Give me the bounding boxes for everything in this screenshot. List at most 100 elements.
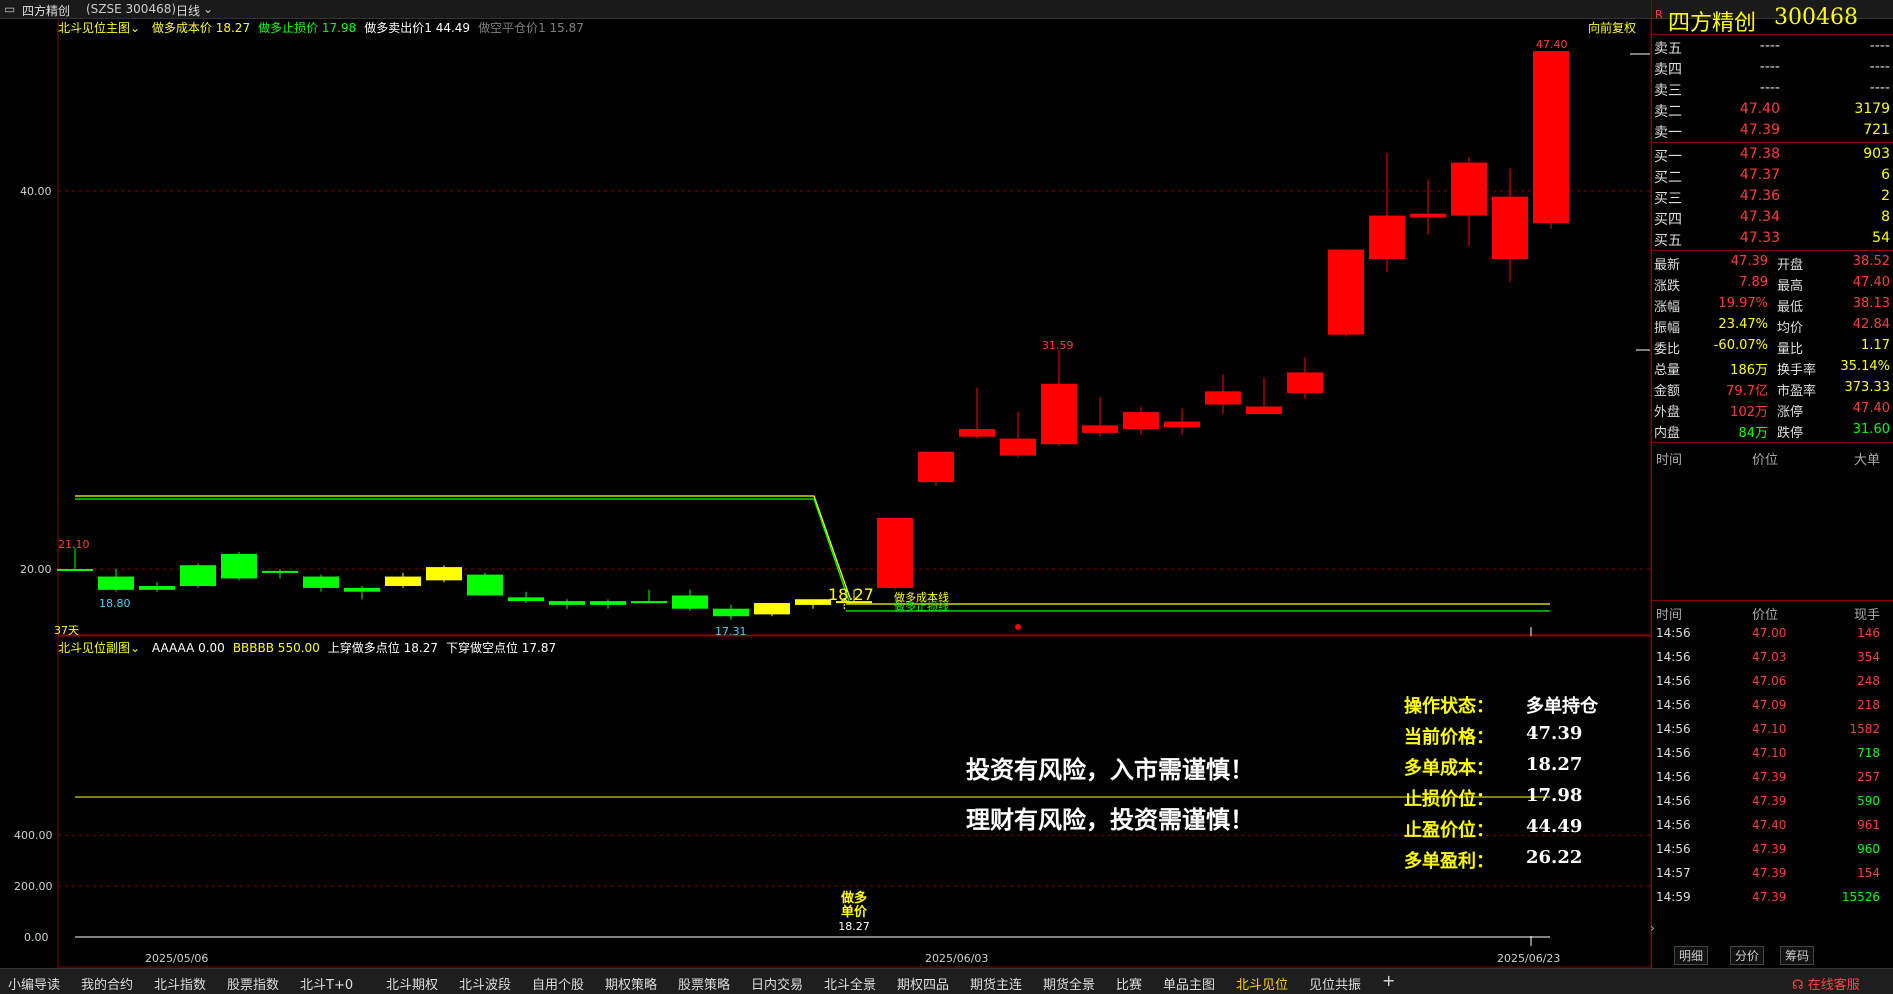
trade-volume: 218 [1857,698,1880,712]
candle-body [1533,51,1569,224]
trade-volume: 257 [1857,770,1880,784]
stat-label: 最低 [1777,300,1804,315]
bottom-tab[interactable]: 北斗期权 [386,974,438,993]
bottom-tab[interactable]: 北斗T+0 [300,974,353,993]
bottom-tab[interactable]: 北斗波段 [459,974,511,993]
bottom-tab[interactable]: 单品主图 [1163,974,1215,993]
bottom-tab[interactable]: 股票策略 [678,974,730,993]
main-indicator-item: 做多止损价 17.98 [258,21,357,35]
bottom-tab[interactable]: 见位共振 [1309,974,1361,993]
main-indicator-item: 做空平仓价1 15.87 [478,21,584,35]
trade-row: 14:56 47.09 218 [1652,696,1893,720]
bid-row[interactable]: 买五 47.33 54 [1652,228,1893,249]
period-selector[interactable]: 日线 [176,2,200,19]
summary-label: 操作状态： [1404,696,1494,717]
stat-value: 23.47% [1718,317,1768,332]
stat-value: 84万 [1738,426,1768,441]
bid-row[interactable]: 买四 47.34 8 [1652,207,1893,228]
ask-row[interactable]: 卖二 47.40 3179 [1652,99,1893,120]
bottom-tab[interactable]: 期权策略 [605,974,657,993]
stat-row: 涨跌 7.89 最高 47.40 [1652,273,1893,294]
book-label: 卖二 [1654,104,1682,120]
bottom-tab[interactable]: 北斗全景 [824,974,876,993]
ask-row[interactable]: 卖五 ---- ---- [1652,36,1893,57]
ask-row[interactable]: 卖一 47.39 721 [1652,120,1893,141]
add-tab-button[interactable]: + [1382,971,1395,990]
candle-body [139,586,175,590]
stat-value: 38.13 [1852,296,1890,311]
trade-time: 14:56 [1656,626,1691,640]
ask-row[interactable]: 卖三 ---- ---- [1652,78,1893,99]
low-price-label: 18.80 [99,597,131,610]
bottom-tab[interactable]: 股票指数 [227,974,279,993]
detail-tab[interactable]: 明细 [1674,946,1709,965]
bottom-tab[interactable]: 期货主连 [970,974,1022,993]
summary-value: 26.22 [1526,847,1583,868]
bottom-tab[interactable]: 比赛 [1116,974,1142,993]
trade-volume: 718 [1857,746,1880,760]
candle-body [1451,162,1487,216]
book-volume: 721 [1863,122,1890,138]
window-title-bar: ▭ 四方精创 (SZSE 300468) 日线 ⌄ [0,0,1893,19]
bottom-tab[interactable]: 北斗见位 [1236,974,1288,993]
candle-body [1328,249,1364,335]
summary-value: 18.27 [1526,754,1583,775]
trade-volume: 590 [1857,794,1880,808]
trade-volume: 354 [1857,650,1880,664]
ask-row[interactable]: 卖四 ---- ---- [1652,57,1893,78]
stat-row: 总量 186万 换手率 35.14% [1652,357,1893,378]
chevron-down-icon[interactable]: ⌄ [130,641,140,655]
book-label: 卖四 [1654,62,1682,78]
price-tick-label: 20.00 [20,563,52,576]
candlestick-chart[interactable]: 40.00 20.00 400.00 200.00 0.00 2025/05/06 2025… [0,0,1893,993]
window-icon: ▭ [4,2,16,16]
main-indicator-legend: 北斗见位主图⌄ 做多成本价 18.27 做多止损价 17.98 做多卖出价1 44.… [58,19,584,36]
online-service-button[interactable]: ☊ 在线客服 [1792,974,1860,993]
bottom-tab[interactable]: 日内交易 [751,974,803,993]
bid-row[interactable]: 买一 47.38 903 [1652,144,1893,165]
bottom-tab[interactable]: 期货全景 [1043,974,1095,993]
candle-body [754,603,790,615]
summary-row: 多单盈利： 26.22 [1404,847,1644,875]
bottom-tab[interactable]: 小编导读 [8,974,60,993]
stat-value: 19.97% [1718,296,1768,311]
stat-value: 186万 [1730,363,1768,378]
book-volume: 3179 [1854,101,1890,117]
detail-tab[interactable]: 分价 [1730,946,1765,965]
bid-row[interactable]: 买三 47.36 2 [1652,186,1893,207]
book-volume: ---- [1869,38,1890,54]
trade-time: 14:56 [1656,722,1691,736]
chevron-right-icon[interactable]: › [1650,921,1655,935]
chevron-down-icon[interactable]: ⌄ [130,21,140,35]
candle-body [877,517,913,588]
bottom-tab[interactable]: 我的合约 [81,974,133,993]
bottom-tab[interactable]: 自用个股 [532,974,584,993]
stat-row: 内盘 84万 跌停 31.60 [1652,420,1893,441]
trade-price: 47.39 [1752,770,1787,784]
stat-row: 涨幅 19.97% 最低 38.13 [1652,294,1893,315]
candle-body [1123,412,1159,430]
summary-row: 操作状态： 多单持仓 [1404,692,1644,720]
stock-title: 四方精创 [22,4,71,18]
price-tick-label: 40.00 [20,185,52,198]
trade-row: 14:56 47.39 257 [1652,768,1893,792]
restore-mode-label[interactable]: 向前复权 [1588,19,1636,36]
book-price: ---- [1759,80,1780,96]
chevron-down-icon[interactable]: ⌄ [203,2,213,16]
headset-icon: ☊ [1792,978,1804,993]
summary-label: 止损价位： [1404,789,1494,810]
sub-indicator-item: 下穿做空点位 17.87 [445,641,557,655]
trade-price: 47.39 [1752,890,1787,904]
stat-value: 35.14% [1840,359,1890,374]
trade-price: 47.39 [1752,842,1787,856]
sub-indicator-item: AAAAA 0.00 [151,641,225,655]
trade-price: 47.06 [1752,674,1787,688]
detail-tab[interactable]: 筹码 [1780,946,1815,965]
bid-row[interactable]: 买二 47.37 6 [1652,165,1893,186]
bottom-tab[interactable]: 期权四品 [897,974,949,993]
book-label: 卖三 [1654,83,1682,99]
sub-indicator-name[interactable]: 北斗见位副图 [58,641,130,655]
main-indicator-name[interactable]: 北斗见位主图 [58,21,130,35]
bottom-tab[interactable]: 北斗指数 [154,974,206,993]
stat-row: 外盘 102万 涨停 47.40 [1652,399,1893,420]
